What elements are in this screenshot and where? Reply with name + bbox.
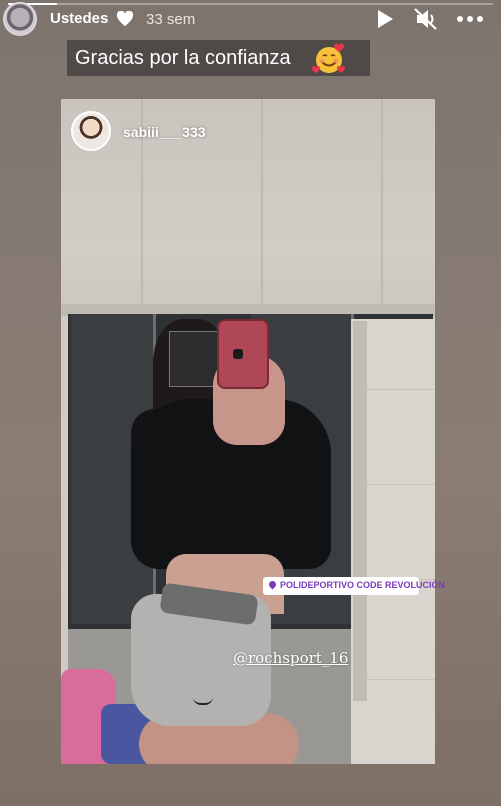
story-time: 33 sem	[146, 11, 196, 28]
play-icon[interactable]	[376, 9, 394, 29]
smiling-face-with-hearts-icon	[312, 43, 345, 73]
tile-line	[361, 484, 435, 485]
close-friends-heart-icon	[116, 11, 134, 27]
mirror-frame	[353, 321, 367, 701]
phone-camera-icon	[233, 349, 243, 359]
story-username[interactable]: Ustedes	[50, 10, 108, 27]
reshared-username[interactable]: sabiii___333	[123, 124, 206, 140]
location-sticker[interactable]: POLIDEPORTIVO CODE REVOLUCIÓN	[263, 577, 445, 595]
caption-text: Gracias por la confianza	[75, 47, 291, 69]
story-header: Ustedes 33 sem	[0, 0, 501, 38]
more-options-icon[interactable]	[456, 10, 484, 28]
phone-case-card	[169, 331, 219, 387]
story-caption: Gracias por la confianza	[67, 40, 370, 76]
smartphone	[217, 319, 269, 389]
location-name: POLIDEPORTIVO CODE REVOLUCIÓN	[280, 580, 446, 590]
story-avatar[interactable]	[3, 2, 37, 36]
tile-line	[361, 679, 435, 680]
reshared-user-avatar[interactable]	[71, 111, 111, 151]
mention-sticker[interactable]: @rochsport_16	[233, 649, 348, 667]
reshared-post-header: sabiii___333	[61, 99, 435, 164]
location-pin-icon	[267, 579, 278, 590]
tile-line	[361, 389, 435, 390]
muted-speaker-icon[interactable]	[414, 8, 438, 30]
person-right-arm	[276, 424, 331, 539]
